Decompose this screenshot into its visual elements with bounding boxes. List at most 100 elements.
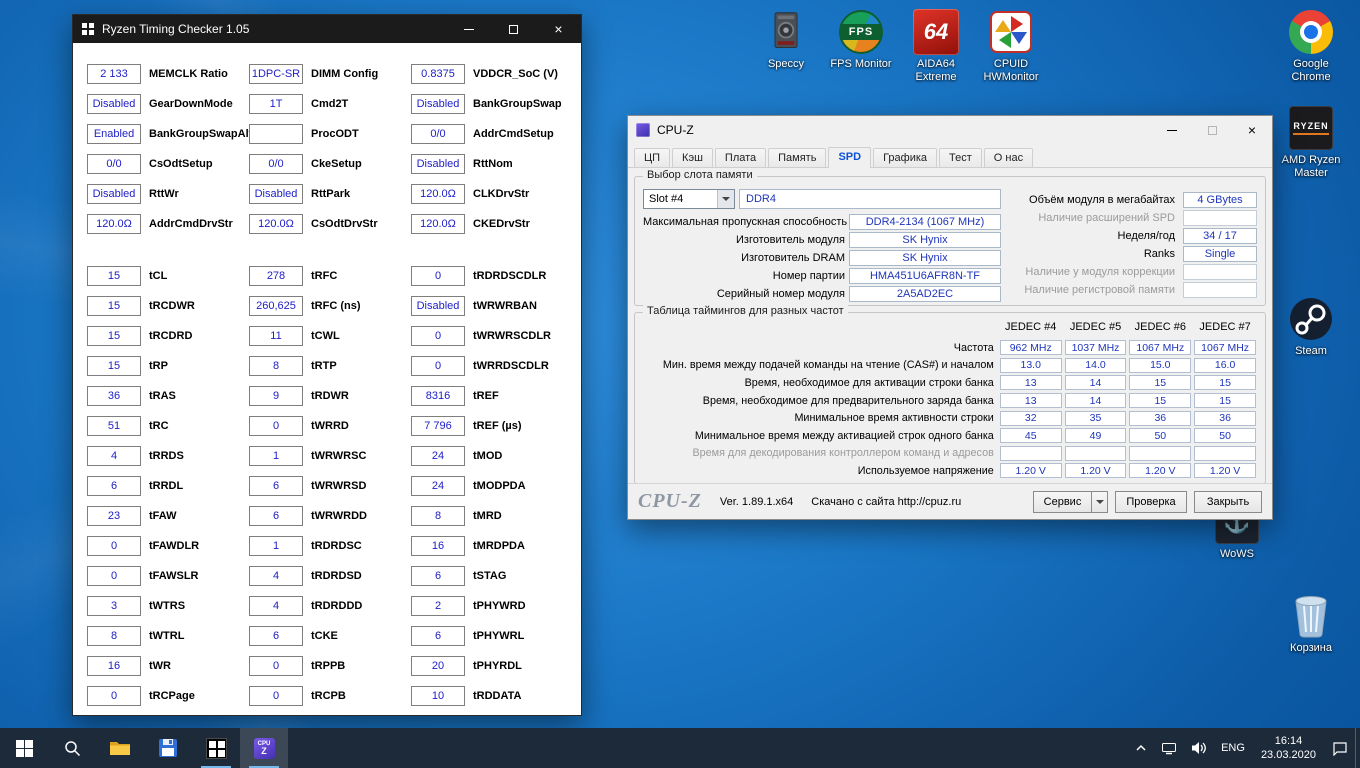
- tab-cpu[interactable]: ЦП: [634, 148, 671, 167]
- rtc-minimize-button[interactable]: [446, 15, 491, 43]
- timings-cell[interactable]: 1.20 V: [1194, 463, 1256, 479]
- rtc-value-twrwrban[interactable]: Disabled: [411, 296, 465, 316]
- timings-cell[interactable]: 50: [1194, 428, 1256, 444]
- timings-cell[interactable]: 15: [1194, 375, 1256, 391]
- timings-cell[interactable]: [1129, 445, 1192, 461]
- taskbar-cpuz-button[interactable]: CPU Z: [240, 728, 288, 768]
- tab-caches[interactable]: Кэш: [672, 148, 713, 167]
- rtc-value-twrrd[interactable]: 0: [249, 416, 303, 436]
- rtc-value-tmod[interactable]: 24: [411, 446, 465, 466]
- tab-about[interactable]: О нас: [983, 148, 1034, 167]
- rtc-value-tphywrd[interactable]: 2: [411, 596, 465, 616]
- taskbar-rtc-button[interactable]: [192, 728, 240, 768]
- rtc-value-trdwr[interactable]: 9: [249, 386, 303, 406]
- rtc-value-trppb[interactable]: 0: [249, 656, 303, 676]
- rtc-value-tfawslr[interactable]: 0: [87, 566, 141, 586]
- rtc-value-trrds[interactable]: 4: [87, 446, 141, 466]
- rtc-value-trcdrd[interactable]: 15: [87, 326, 141, 346]
- timings-cell[interactable]: 1067 MHz: [1129, 340, 1192, 356]
- timings-cell[interactable]: 15.0: [1129, 357, 1192, 373]
- spd-row-value[interactable]: 4 GBytes: [1183, 192, 1257, 208]
- rtc-value-tcwl[interactable]: 11: [249, 326, 303, 346]
- timings-cell[interactable]: 14.0: [1064, 357, 1127, 373]
- rtc-value-twrwrsd[interactable]: 6: [249, 476, 303, 496]
- tab-graphics[interactable]: Графика: [873, 148, 938, 167]
- rtc-value-clkdrvstr[interactable]: 120.0Ω: [411, 184, 465, 204]
- tab-spd[interactable]: SPD: [828, 147, 872, 168]
- validate-button[interactable]: Проверка: [1115, 490, 1187, 513]
- timings-cell[interactable]: 14: [1064, 393, 1127, 409]
- rtc-value-tcl[interactable]: 15: [87, 266, 141, 286]
- rtc-value-trdrdsd[interactable]: 4: [249, 566, 303, 586]
- rtc-value-addrcmddrvstr[interactable]: 120.0Ω: [87, 214, 141, 234]
- desktop-icon-ryzen-master[interactable]: RYZEN AMD Ryzen Master: [1269, 104, 1353, 180]
- tab-memory[interactable]: Память: [768, 148, 827, 167]
- timings-cell[interactable]: 36: [1194, 410, 1256, 426]
- tab-bench[interactable]: Тест: [939, 148, 982, 167]
- language-indicator[interactable]: ENG: [1214, 728, 1252, 768]
- rtc-value-tfaw[interactable]: 23: [87, 506, 141, 526]
- spd-row-value[interactable]: Single: [1183, 246, 1257, 262]
- start-button[interactable]: [0, 728, 48, 768]
- timings-cell[interactable]: 15: [1194, 393, 1256, 409]
- rtc-value-geardownmode[interactable]: Disabled: [87, 94, 141, 114]
- timings-cell[interactable]: 13: [999, 393, 1062, 409]
- rtc-value-rttnom[interactable]: Disabled: [411, 154, 465, 174]
- rtc-value-tras[interactable]: 36: [87, 386, 141, 406]
- rtc-value-trdrdscdlr[interactable]: 0: [411, 266, 465, 286]
- rtc-value-cmd2t[interactable]: 1T: [249, 94, 303, 114]
- rtc-value-rttpark[interactable]: Disabled: [249, 184, 303, 204]
- timings-cell[interactable]: 1.20 V: [1064, 463, 1127, 479]
- rtc-close-button[interactable]: ×: [536, 15, 581, 43]
- rtc-value-trrdl[interactable]: 6: [87, 476, 141, 496]
- rtc-value-vddcr-soc-v[interactable]: 0.8375: [411, 64, 465, 84]
- timings-cell[interactable]: 36: [1129, 410, 1192, 426]
- timings-cell[interactable]: 14: [1064, 375, 1127, 391]
- rtc-value-addrcmdsetup[interactable]: 0/0: [411, 124, 465, 144]
- desktop-icon-fps-monitor[interactable]: FPS FPS Monitor: [819, 8, 903, 71]
- rtc-value-bankgroupswapalt[interactable]: Enabled: [87, 124, 141, 144]
- rtc-value-trfc[interactable]: 278: [249, 266, 303, 286]
- rtc-value-twrwrscdlr[interactable]: 0: [411, 326, 465, 346]
- rtc-value-trcdwr[interactable]: 15: [87, 296, 141, 316]
- timings-cell[interactable]: [1194, 445, 1256, 461]
- desktop-icon-speccy[interactable]: Speccy: [744, 8, 828, 71]
- rtc-value-twtrs[interactable]: 3: [87, 596, 141, 616]
- rtc-value-trddata[interactable]: 10: [411, 686, 465, 706]
- spd-row-value[interactable]: 34 / 17: [1183, 228, 1257, 244]
- desktop-icon-chrome[interactable]: Google Chrome: [1269, 8, 1353, 84]
- rtc-value-csodtsetup[interactable]: 0/0: [87, 154, 141, 174]
- rtc-value-twtrl[interactable]: 8: [87, 626, 141, 646]
- timings-cell[interactable]: 13.0: [999, 357, 1062, 373]
- timings-cell[interactable]: [999, 445, 1062, 461]
- rtc-value-trfc-ns[interactable]: 260,625: [249, 296, 303, 316]
- rtc-value-tref[interactable]: 8316: [411, 386, 465, 406]
- rtc-value-twr[interactable]: 16: [87, 656, 141, 676]
- timings-cell[interactable]: 1067 MHz: [1194, 340, 1256, 356]
- rtc-value-trcpb[interactable]: 0: [249, 686, 303, 706]
- taskbar-blue-app-button[interactable]: [144, 728, 192, 768]
- desktop-icon-steam[interactable]: Steam: [1269, 295, 1353, 358]
- rtc-value-tcke[interactable]: 6: [249, 626, 303, 646]
- rtc-value-trcpage[interactable]: 0: [87, 686, 141, 706]
- network-tray-button[interactable]: [1154, 728, 1184, 768]
- desktop-icon-recycle-bin[interactable]: Корзина: [1269, 592, 1353, 655]
- spd-row-value[interactable]: [1183, 282, 1257, 298]
- cpuz-close-button[interactable]: ×: [1232, 116, 1272, 144]
- service-dropdown-arrow[interactable]: [1091, 490, 1108, 513]
- timings-cell[interactable]: 1.20 V: [1129, 463, 1192, 479]
- tray-chevron-button[interactable]: [1128, 728, 1154, 768]
- timings-cell[interactable]: 49: [1064, 428, 1127, 444]
- tab-mainboard[interactable]: Плата: [714, 148, 767, 167]
- rtc-value-trp[interactable]: 15: [87, 356, 141, 376]
- rtc-value-tmodpda[interactable]: 24: [411, 476, 465, 496]
- rtc-value-bankgroupswap[interactable]: Disabled: [411, 94, 465, 114]
- rtc-value-tref-s[interactable]: 7 796: [411, 416, 465, 436]
- rtc-value-ckedrvstr[interactable]: 120.0Ω: [411, 214, 465, 234]
- rtc-value-twrrdscdlr[interactable]: 0: [411, 356, 465, 376]
- timings-cell[interactable]: 15: [1129, 393, 1192, 409]
- rtc-value-dimm-config[interactable]: 1DPC-SR: [249, 64, 303, 84]
- rtc-value-tphyrdl[interactable]: 20: [411, 656, 465, 676]
- rtc-value-trc[interactable]: 51: [87, 416, 141, 436]
- timings-cell[interactable]: 16.0: [1194, 357, 1256, 373]
